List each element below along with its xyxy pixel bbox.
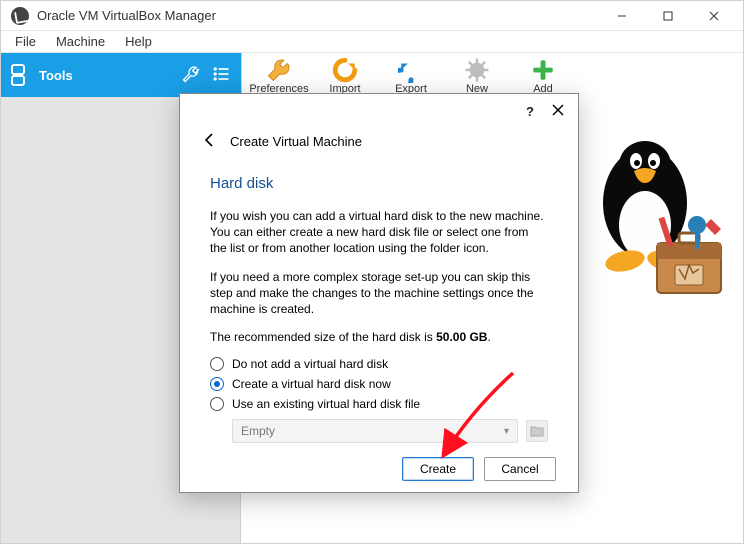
menu-machine[interactable]: Machine xyxy=(48,32,113,51)
main-toolbar: Preferences Import Export New Add xyxy=(241,53,743,97)
dialog-footer: Create Cancel xyxy=(180,446,578,492)
tools-tab[interactable]: Tools xyxy=(1,53,241,97)
toolbar-preferences-button[interactable]: Preferences xyxy=(252,57,306,95)
section-heading: Hard disk xyxy=(210,175,548,192)
import-icon xyxy=(332,57,358,83)
window-title: Oracle VM VirtualBox Manager xyxy=(37,8,216,23)
menu-help[interactable]: Help xyxy=(117,32,160,51)
wrench-icon xyxy=(266,57,292,83)
export-icon xyxy=(398,57,424,83)
radio-icon xyxy=(210,397,224,411)
toolbar-import-button[interactable]: Import xyxy=(318,57,372,95)
create-vm-dialog: ? Create Virtual Machine Hard disk If yo… xyxy=(179,93,579,493)
toolbar-export-button[interactable]: Export xyxy=(384,57,438,95)
existing-disk-dropdown[interactable]: Empty ▾ xyxy=(232,419,518,443)
option-existing-disk[interactable]: Use an existing virtual hard disk file xyxy=(210,397,548,411)
dialog-titlebar: ? xyxy=(180,94,578,128)
toolbar-new-button[interactable]: New xyxy=(450,57,504,95)
option-create-disk-label: Create a virtual hard disk now xyxy=(232,377,391,391)
chevron-down-icon: ▾ xyxy=(504,426,509,437)
option-create-disk[interactable]: Create a virtual hard disk now xyxy=(210,377,548,391)
browse-disk-button[interactable] xyxy=(526,420,548,442)
tools-wrench-icon xyxy=(181,64,201,87)
radio-icon xyxy=(210,357,224,371)
tools-tab-label: Tools xyxy=(39,68,171,83)
radio-icon-checked xyxy=(210,377,224,391)
dialog-back-button[interactable] xyxy=(202,132,218,151)
info-paragraph-3: The recommended size of the hard disk is… xyxy=(210,329,548,345)
arrow-left-icon xyxy=(202,132,218,148)
info-paragraph-1: If you wish you can add a virtual hard d… xyxy=(210,208,548,257)
dialog-header: Create Virtual Machine xyxy=(180,128,578,161)
menubar: File Machine Help xyxy=(1,31,743,53)
option-no-disk-label: Do not add a virtual hard disk xyxy=(232,357,388,371)
minimize-button[interactable] xyxy=(599,1,645,31)
plus-icon xyxy=(530,57,556,83)
starburst-icon xyxy=(464,57,490,83)
para3-prefix: The recommended size of the hard disk is xyxy=(210,330,436,344)
info-paragraph-2: If you need a more complex storage set-u… xyxy=(210,269,548,318)
existing-disk-row: Empty ▾ xyxy=(232,419,548,443)
dialog-title: Create Virtual Machine xyxy=(230,134,362,149)
cancel-button[interactable]: Cancel xyxy=(484,457,556,481)
tools-list-icon xyxy=(211,64,231,87)
dialog-help-button[interactable]: ? xyxy=(526,104,534,119)
menu-file[interactable]: File xyxy=(7,32,44,51)
create-button[interactable]: Create xyxy=(402,457,474,481)
close-icon xyxy=(552,104,564,116)
existing-disk-value: Empty xyxy=(241,424,275,438)
recommended-size-value: 50.00 GB xyxy=(436,330,487,344)
folder-icon xyxy=(530,425,544,437)
maximize-button[interactable] xyxy=(645,1,691,31)
virtualbox-manager-window: Oracle VM VirtualBox Manager File Machin… xyxy=(0,0,744,544)
virtualbox-app-icon xyxy=(11,7,29,25)
option-no-disk[interactable]: Do not add a virtual hard disk xyxy=(210,357,548,371)
dialog-body: Hard disk If you wish you can add a virt… xyxy=(180,161,578,446)
titlebar: Oracle VM VirtualBox Manager xyxy=(1,1,743,31)
para3-suffix: . xyxy=(487,330,490,344)
option-existing-disk-label: Use an existing virtual hard disk file xyxy=(232,397,420,411)
toolstrip: Tools Preferences Import Export xyxy=(1,53,743,97)
maximize-icon xyxy=(663,11,673,21)
close-icon xyxy=(709,11,719,21)
toolbar-add-button[interactable]: Add xyxy=(516,57,570,95)
minimize-icon xyxy=(617,11,627,21)
tools-tab-icon xyxy=(11,60,29,90)
close-window-button[interactable] xyxy=(691,1,737,31)
tux-mascot-image xyxy=(579,133,729,323)
dialog-close-button[interactable] xyxy=(552,104,564,119)
